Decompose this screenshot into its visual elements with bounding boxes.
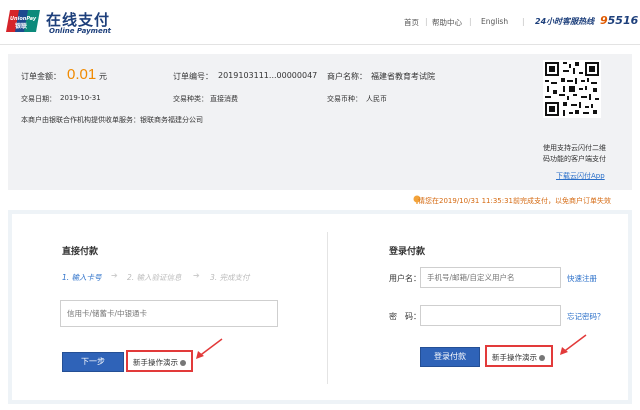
qr-caption-line-1: 使用支持云闪付二维 bbox=[543, 144, 606, 152]
next-step-button[interactable]: 下一步 bbox=[62, 352, 124, 372]
nav-separator: | bbox=[469, 17, 472, 26]
direct-pay-title: 直接付款 bbox=[62, 247, 99, 257]
hotline-prefix: 9 bbox=[600, 14, 608, 27]
step-arrow-icon: ➔ bbox=[193, 271, 200, 280]
quick-register-link[interactable]: 快速注册 bbox=[567, 273, 597, 284]
username-label: 用户名： bbox=[389, 274, 421, 283]
date-label: 交易日期： bbox=[21, 95, 56, 103]
download-app-link[interactable]: 下载云闪付App bbox=[556, 171, 605, 181]
login-pay-title: 登录付款 bbox=[389, 247, 426, 257]
info-icon bbox=[180, 360, 186, 366]
qr-code bbox=[543, 60, 601, 118]
info-icon bbox=[539, 355, 545, 361]
step-arrow-icon: ➔ bbox=[111, 271, 118, 280]
merchant-value: 福建省教育考试院 bbox=[371, 72, 435, 81]
type-label: 交易种类： bbox=[173, 95, 208, 103]
order-no-label: 订单编号： bbox=[173, 72, 213, 81]
pointer-arrow-icon bbox=[558, 333, 588, 359]
card-number-input[interactable] bbox=[60, 300, 278, 327]
date-value: 2019-10-31 bbox=[60, 94, 101, 102]
svg-text:UnionPay: UnionPay bbox=[10, 16, 37, 22]
step-enter-card: 1. 输入卡号 bbox=[62, 273, 102, 282]
order-no-value: 2019103111...00000047 bbox=[218, 71, 318, 80]
username-input[interactable] bbox=[420, 267, 561, 288]
currency-label: 交易币种： bbox=[327, 95, 362, 103]
currency-value: 人民币 bbox=[366, 95, 387, 103]
qr-caption-line-2: 码功能的客户端支付 bbox=[543, 155, 606, 163]
amount-unit: 元 bbox=[99, 72, 107, 81]
hotline-number: 95516 bbox=[600, 14, 638, 27]
svg-text:银联: 银联 bbox=[15, 22, 27, 30]
merchant-label: 商户名称： bbox=[327, 72, 367, 81]
payment-deadline-notice: 请您在2019/10/31 11:35:31前完成支付，以免商户订单失效 bbox=[418, 197, 612, 205]
type-value: 直接消费 bbox=[210, 95, 238, 103]
nav-separator: | bbox=[522, 17, 525, 26]
demo-link-direct-label: 新手操作演示 bbox=[133, 358, 178, 367]
hotline-rest: 5516 bbox=[607, 14, 639, 27]
brand-subtitle: Online Payment bbox=[49, 27, 112, 35]
login-pay-button[interactable]: 登录付款 bbox=[420, 347, 480, 367]
nav-separator: | bbox=[425, 17, 428, 26]
nav-english[interactable]: English bbox=[481, 17, 508, 26]
demo-link-login-label: 新手操作演示 bbox=[492, 353, 537, 362]
pointer-arrow-icon bbox=[194, 337, 224, 363]
password-label: 密 码： bbox=[389, 312, 421, 321]
unionpay-logo: UnionPay 银联 bbox=[6, 10, 40, 32]
demo-link-direct[interactable]: 新手操作演示 bbox=[126, 350, 193, 372]
nav-home[interactable]: 首页 bbox=[404, 17, 419, 28]
nav-help[interactable]: 帮助中心 bbox=[432, 17, 462, 28]
acquirer-note: 本商户由银联合作机构提供收单服务：银联商务福建分公司 bbox=[21, 116, 203, 124]
qr-caption: 使用支持云闪付二维 码功能的客户端支付 bbox=[543, 143, 623, 165]
demo-link-login[interactable]: 新手操作演示 bbox=[485, 345, 553, 367]
password-input[interactable] bbox=[420, 305, 561, 326]
step-complete: 3. 完成支付 bbox=[210, 273, 250, 282]
column-divider bbox=[327, 232, 328, 384]
hotline-label: 24小时客服热线 bbox=[535, 17, 595, 26]
amount-label: 订单金额： bbox=[21, 72, 61, 81]
header-divider bbox=[0, 44, 640, 45]
amount-value: 0.01 bbox=[67, 66, 97, 83]
step-verify: 2. 输入验证信息 bbox=[127, 273, 182, 282]
forgot-password-link[interactable]: 忘记密码？ bbox=[567, 311, 605, 322]
